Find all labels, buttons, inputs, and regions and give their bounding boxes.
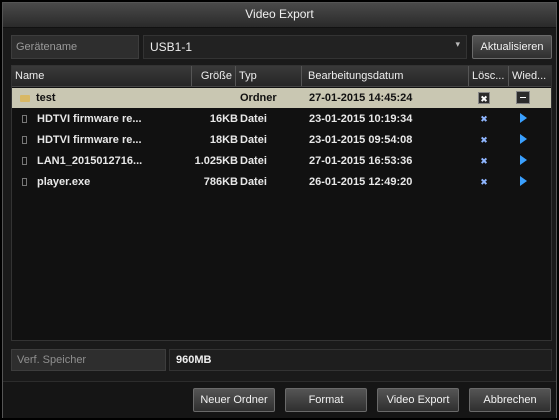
new-folder-button[interactable]: Neuer Ordner [193, 388, 275, 412]
delete-icon[interactable]: ✖ [478, 113, 490, 125]
file-table: Name Größe Typ Bearbeitungsdatum Lösc...… [11, 65, 552, 341]
col-header-size[interactable]: Größe [192, 66, 236, 86]
row-type: Datei [240, 113, 267, 125]
folder-icon [20, 94, 30, 102]
row-name: HDTVI firmware re... [37, 113, 142, 125]
col-header-type[interactable]: Typ [236, 66, 302, 86]
row-date: 26-01-2015 12:49:20 [309, 176, 413, 188]
cancel-button[interactable]: Abbrechen [469, 388, 551, 412]
row-type: Ordner [240, 92, 277, 104]
video-export-dialog: Video Export Gerätename USB1-1 ▾ Aktuali… [2, 2, 557, 418]
table-row[interactable]: test Ordner 27-01-2015 14:45:24 ✖ [12, 88, 551, 108]
play-icon[interactable] [520, 176, 527, 186]
row-size [162, 88, 238, 108]
file-icon [22, 178, 27, 187]
row-size: 786KB [203, 176, 238, 188]
play-icon[interactable] [520, 134, 527, 144]
row-date: 27-01-2015 16:53:36 [309, 155, 413, 167]
col-header-name[interactable]: Name [12, 66, 192, 86]
table-row[interactable]: player.exe 786KB Datei 26-01-2015 12:49:… [12, 172, 551, 192]
table-row[interactable]: HDTVI firmware re... 18KB Datei 23-01-20… [12, 130, 551, 150]
delete-icon[interactable]: ✖ [478, 176, 490, 188]
play-icon[interactable] [520, 155, 527, 165]
row-name: test [36, 92, 56, 104]
file-icon [22, 115, 27, 124]
device-row: Gerätename USB1-1 ▾ Aktualisieren [11, 35, 552, 59]
table-row[interactable]: HDTVI firmware re... 16KB Datei 23-01-20… [12, 109, 551, 129]
delete-icon[interactable]: ✖ [478, 155, 490, 167]
row-name: HDTVI firmware re... [37, 134, 142, 146]
row-date: 27-01-2015 14:45:24 [309, 92, 413, 104]
file-icon [22, 157, 27, 166]
dialog-title: Video Export [245, 7, 314, 21]
play-icon[interactable] [520, 113, 527, 123]
row-size: 18KB [209, 134, 238, 146]
chevron-down-icon: ▾ [455, 39, 460, 49]
table-row[interactable]: LAN1_2015012716... 1.025KB Datei 27-01-2… [12, 151, 551, 171]
delete-icon[interactable]: ✖ [478, 134, 490, 146]
col-header-play[interactable]: Wied... [509, 66, 553, 86]
delete-icon[interactable]: ✖ [478, 92, 490, 104]
row-type: Datei [240, 134, 267, 146]
memory-row: Verf. Speicher 960MB [11, 349, 552, 371]
button-bar: Neuer Ordner Format Video Export Abbrech… [3, 381, 556, 418]
collapse-icon[interactable] [516, 91, 530, 104]
file-icon [22, 136, 27, 145]
row-name: LAN1_2015012716... [37, 155, 143, 167]
refresh-button[interactable]: Aktualisieren [472, 35, 552, 59]
row-name: player.exe [37, 176, 91, 188]
row-type: Datei [240, 176, 267, 188]
device-label: Gerätename [11, 35, 139, 59]
table-header: Name Größe Typ Bearbeitungsdatum Lösc...… [12, 66, 551, 87]
col-header-date[interactable]: Bearbeitungsdatum [302, 66, 469, 86]
format-button[interactable]: Format [285, 388, 367, 412]
row-size: 16KB [209, 113, 238, 125]
col-header-delete[interactable]: Lösc... [469, 66, 509, 86]
row-type: Datei [240, 155, 267, 167]
memory-value: 960MB [169, 349, 552, 371]
row-date: 23-01-2015 09:54:08 [309, 134, 413, 146]
row-date: 23-01-2015 10:19:34 [309, 113, 413, 125]
row-size: 1.025KB [194, 155, 238, 167]
title-bar: Video Export [3, 3, 556, 28]
memory-label: Verf. Speicher [11, 349, 166, 371]
video-export-button[interactable]: Video Export [377, 388, 459, 412]
device-select-value: USB1-1 [150, 40, 193, 54]
device-select[interactable]: USB1-1 ▾ [143, 35, 467, 59]
